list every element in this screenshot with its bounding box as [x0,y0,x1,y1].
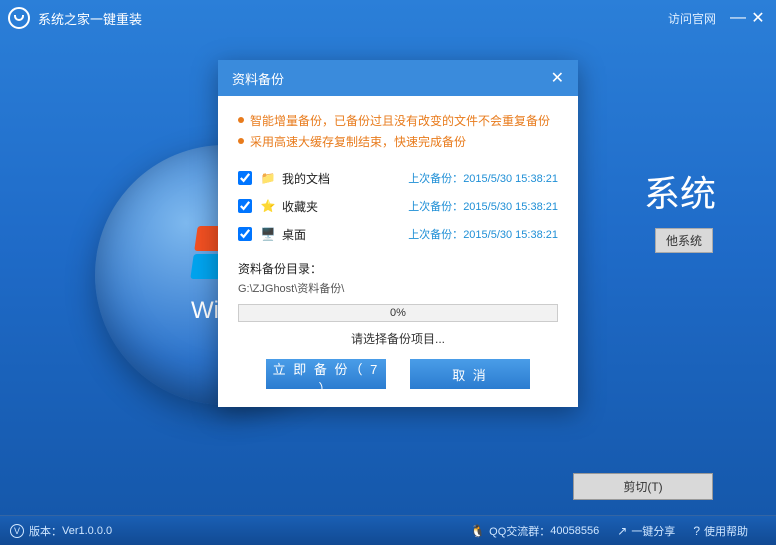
qq-value: 40058556 [550,525,599,537]
backup-now-button[interactable]: 立 即 备 份（ 7 ） [266,359,386,389]
backup-list: 📁 我的文档 上次备份：2015/5/30 15:38:21 ⭐ 收藏夹 上次备… [238,164,558,248]
dialog-button-row: 立 即 备 份（ 7 ） 取 消 [238,359,558,389]
backup-status-text: 请选择备份项目... [238,330,558,347]
share-label: 一键分享 [631,523,675,539]
tip-line: 采用高速大缓存复制结束，快速完成备份 [238,133,558,150]
favorites-icon: ⭐ [260,198,276,214]
version-info: V 版本： Ver1.0.0.0 [10,523,112,539]
minimize-button[interactable]: — [728,8,748,28]
backup-item-desktop: 🖥️ 桌面 上次备份：2015/5/30 15:38:21 [238,220,558,248]
help-icon: ? [693,524,700,538]
dialog-close-button[interactable]: ✕ [551,68,564,88]
app-window: 系统之家一键重装 访问官网 — ✕ Windo 系统 他系统 剪切(T) 资料备… [0,0,776,545]
tip-line: 智能增量备份，已备份过且没有改变的文件不会重复备份 [238,112,558,129]
backup-item-documents: 📁 我的文档 上次备份：2015/5/30 15:38:21 [238,164,558,192]
checkbox-documents[interactable] [238,171,252,185]
checkbox-favorites[interactable] [238,199,252,213]
desktop-icon: 🖥️ [260,226,276,242]
help-link[interactable]: ? 使用帮助 [693,523,748,539]
app-logo-icon [8,7,30,29]
dialog-titlebar: 资料备份 ✕ [218,60,578,96]
statusbar: V 版本： Ver1.0.0.0 🐧 QQ交流群： 40058556 ↗ 一键分… [0,515,776,545]
item-label: 收藏夹 [282,198,354,215]
item-timestamp: 上次备份：2015/5/30 15:38:21 [408,198,558,214]
window-close-button[interactable]: ✕ [748,8,768,28]
share-icon: ↗ [617,524,627,538]
cut-button[interactable]: 剪切(T) [573,473,713,500]
backup-item-favorites: ⭐ 收藏夹 上次备份：2015/5/30 15:38:21 [238,192,558,220]
help-label: 使用帮助 [704,523,748,539]
checkbox-desktop[interactable] [238,227,252,241]
cancel-button[interactable]: 取 消 [410,359,530,389]
app-title: 系统之家一键重装 [38,9,142,28]
tip-text: 智能增量备份，已备份过且没有改变的文件不会重复备份 [250,112,550,129]
backup-dir-path: G:\ZJGhost\资料备份\ [238,280,558,296]
backup-dialog: 资料备份 ✕ 智能增量备份，已备份过且没有改变的文件不会重复备份 采用高速大缓存… [218,60,578,407]
item-label: 我的文档 [282,170,354,187]
qq-label: QQ交流群： [489,523,550,539]
titlebar: 系统之家一键重装 访问官网 — ✕ [0,0,776,36]
bullet-icon [238,138,244,144]
side-heading: 系统 [644,165,716,217]
dialog-title-text: 资料备份 [232,69,284,88]
qq-group-link[interactable]: 🐧 QQ交流群： 40058556 [470,523,599,539]
version-value: Ver1.0.0.0 [62,525,112,537]
progress-text: 0% [239,305,557,321]
item-label: 桌面 [282,226,354,243]
dialog-body: 智能增量备份，已备份过且没有改变的文件不会重复备份 采用高速大缓存复制结束，快速… [218,96,578,407]
visit-official-link[interactable]: 访问官网 [668,10,716,27]
item-timestamp: 上次备份：2015/5/30 15:38:21 [408,226,558,242]
backup-dir-label: 资料备份目录： [238,260,558,277]
qq-icon: 🐧 [470,524,485,538]
progress-bar: 0% [238,304,558,322]
share-link[interactable]: ↗ 一键分享 [617,523,675,539]
other-system-button[interactable]: 他系统 [655,228,713,253]
item-timestamp: 上次备份：2015/5/30 15:38:21 [408,170,558,186]
folder-docs-icon: 📁 [260,170,276,186]
version-label: 版本： [29,523,62,539]
version-icon: V [10,524,24,538]
bullet-icon [238,117,244,123]
tip-text: 采用高速大缓存复制结束，快速完成备份 [250,133,466,150]
